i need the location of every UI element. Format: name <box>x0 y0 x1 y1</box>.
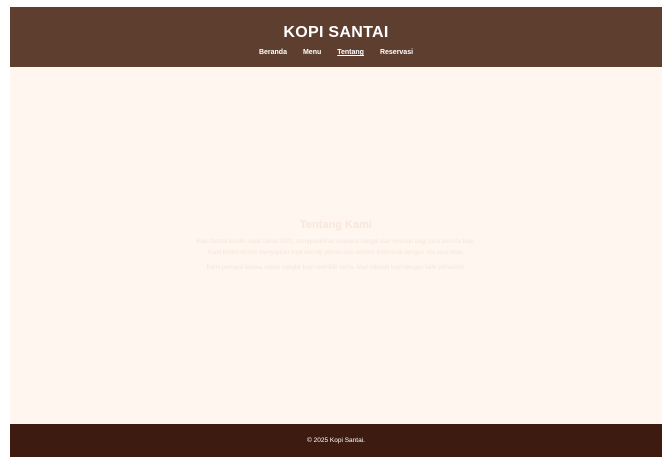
about-section: Tentang Kami Kopi Santai berdiri sejak t… <box>10 67 662 424</box>
site-title: KOPI SANTAI <box>283 24 389 41</box>
main-nav: Beranda Menu Tentang Reservasi <box>259 49 413 56</box>
footer-copyright: © 2025 Kopi Santai. <box>307 437 365 444</box>
site-footer: © 2025 Kopi Santai. <box>10 424 662 457</box>
nav-link-menu[interactable]: Menu <box>303 49 321 56</box>
site-header: KOPI SANTAI Beranda Menu Tentang Reserva… <box>10 7 662 67</box>
nav-link-beranda[interactable]: Beranda <box>259 49 287 56</box>
about-paragraph-2: Kami percaya bahwa setiap cangkir kopi m… <box>206 265 466 271</box>
about-title: Tentang Kami <box>300 219 372 231</box>
page: KOPI SANTAI Beranda Menu Tentang Reserva… <box>10 7 662 457</box>
nav-link-tentang[interactable]: Tentang <box>337 49 364 56</box>
about-paragraph-1: Kopi Santai berdiri sejak tahun 2020, me… <box>196 239 476 256</box>
nav-link-reservasi[interactable]: Reservasi <box>380 49 413 56</box>
